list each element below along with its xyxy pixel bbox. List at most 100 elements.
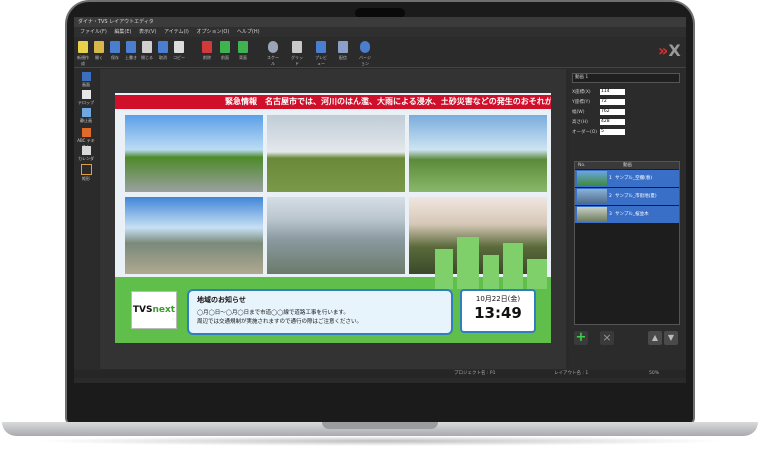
version-button[interactable]: バージョン	[358, 41, 372, 67]
title-bar: ダイナ・TVS レイアウトエディタ	[74, 17, 686, 27]
text-icon	[81, 128, 91, 137]
preview-button[interactable]: プレビュー	[314, 41, 328, 67]
video-thumbnail	[577, 207, 607, 222]
telop-icon	[81, 90, 91, 99]
open-button[interactable]: 開く	[92, 41, 106, 61]
arrow-down-icon: ▼	[667, 333, 675, 342]
notice-title: 地域のお知らせ	[197, 296, 246, 304]
calendar-icon	[81, 146, 91, 155]
prop-width-input[interactable]: 762	[600, 109, 625, 115]
left-tool-palette: 画面 テロップ 静止画 ABC テキスト カレンダー 矩形	[74, 68, 98, 368]
prop-order-input[interactable]: 5	[600, 129, 625, 135]
building-shape	[483, 255, 499, 289]
copy-icon	[174, 41, 184, 53]
video-thumbnail	[577, 171, 607, 186]
status-bar: プロジェクト名 : P1 レイアウト名 : 1 50%	[74, 370, 686, 378]
info-icon	[360, 41, 370, 53]
clock-time: 13:49	[474, 304, 522, 322]
new-icon	[78, 41, 88, 53]
signage-preview[interactable]: 緊急情報 名古屋市では、河川のはん濫、大雨による浸水、土砂災害などの発生のおそれ…	[115, 93, 551, 343]
move-down-button[interactable]: ▼	[664, 331, 678, 345]
overwrite-icon	[126, 41, 136, 53]
plus-icon: +	[575, 330, 587, 345]
notice-line-1: ◯月◯日～◯月◯日まで市道◯◯線で道路工事を行います。	[197, 310, 349, 316]
status-project: プロジェクト名 : P1	[454, 371, 496, 376]
menu-help[interactable]: ヘルプ(H)	[237, 27, 260, 37]
menu-view[interactable]: 表示(V)	[139, 27, 156, 37]
photo-city	[125, 197, 263, 274]
menu-edit[interactable]: 編集(E)	[114, 27, 131, 37]
scale-button[interactable]: スケール	[266, 41, 280, 67]
emergency-ticker: 緊急情報 名古屋市では、河川のはん濫、大雨による浸水、土砂災害などの発生のおそれ…	[115, 95, 551, 109]
copy-button[interactable]: コピー	[172, 41, 186, 61]
move-up-button[interactable]: ▲	[648, 331, 662, 345]
laptop-base-notch	[322, 422, 438, 429]
menu-option[interactable]: オプション(O)	[196, 27, 229, 37]
toolbar: 新規作成 開く 保存 上書き 閉じる 取消 コピー 削除 前面 背面 スケール …	[74, 37, 686, 68]
notice-box: 地域のお知らせ ◯月◯日～◯月◯日まで市道◯◯線で道路工事を行います。 周辺では…	[187, 289, 453, 335]
clock-date: 10月22日(金)	[475, 295, 521, 303]
tool-image[interactable]: 静止画	[77, 108, 95, 124]
gear-icon	[268, 41, 278, 53]
tool-screen[interactable]: 画面	[77, 72, 95, 88]
grid-icon	[292, 41, 302, 53]
image-icon	[81, 108, 91, 117]
arrow-up-icon	[220, 41, 230, 53]
cross-icon: ×	[602, 331, 612, 344]
tool-telop[interactable]: テロップ	[77, 90, 95, 106]
send-back-button[interactable]: 背面	[236, 41, 250, 61]
laptop-shadow	[30, 436, 730, 446]
building-shape	[435, 249, 453, 289]
list-item[interactable]: 1 サンプル_空撮(春)	[575, 170, 679, 187]
prop-x: X座標(X) 114	[572, 89, 652, 96]
properties-panel: 動画 1 X座標(X) 114 Y座標(Y) 72 幅(W) 762 高さ(H) 428…	[570, 69, 686, 369]
tool-rectangle[interactable]: 矩形	[77, 164, 95, 182]
add-video-button[interactable]: +	[574, 331, 588, 345]
building-shape	[527, 259, 547, 289]
remove-video-button[interactable]: ×	[600, 331, 614, 345]
menu-item[interactable]: アイテム(I)	[164, 27, 189, 37]
list-item[interactable]: 2 サンプル_市街地(夏)	[575, 188, 679, 205]
save-button[interactable]: 保存	[108, 41, 122, 61]
rectangle-icon	[80, 164, 92, 175]
item-selector-dropdown[interactable]: 動画 1	[572, 73, 680, 83]
arrow-down-icon	[238, 41, 248, 53]
notice-line-2: 周辺では交通規制が実施されますので通行の際はご注意ください。	[197, 319, 363, 325]
undo-icon	[158, 41, 168, 53]
app-logo: »X	[658, 41, 681, 60]
prop-width: 幅(W) 762	[572, 109, 652, 116]
menu-file[interactable]: ファイル(F)	[80, 27, 107, 37]
prop-height: 高さ(H) 428	[572, 119, 652, 126]
delete-button[interactable]: 削除	[200, 41, 214, 61]
status-layout: レイアウト名 : 1	[554, 371, 589, 376]
deliver-button[interactable]: 配信	[336, 41, 350, 61]
video-list-header: No. 動画	[575, 162, 679, 169]
building-shape	[503, 243, 523, 289]
menu-bar: ファイル(F) 編集(E) 表示(V) アイテム(I) オプション(O) ヘルプ…	[74, 27, 686, 37]
save-icon	[110, 41, 120, 53]
photo-aerial	[267, 197, 405, 274]
bring-front-button[interactable]: 前面	[218, 41, 232, 61]
screen-icon	[81, 72, 91, 81]
network-icon	[338, 41, 348, 53]
building-shape	[457, 237, 479, 289]
prop-height-input[interactable]: 428	[600, 119, 625, 125]
close-file-icon	[142, 41, 152, 53]
video-thumbnail	[577, 189, 607, 204]
photo-grid	[125, 115, 547, 275]
prop-order: オーダー(O) 5	[572, 129, 652, 136]
prop-y-input[interactable]: 72	[600, 99, 625, 105]
new-button[interactable]: 新規作成	[76, 41, 90, 67]
grid-button[interactable]: グリッド	[290, 41, 304, 67]
overwrite-button[interactable]: 上書き	[124, 41, 138, 61]
photo-river	[267, 115, 405, 192]
delete-icon	[202, 41, 212, 53]
list-item[interactable]: 3 サンプル_桜並木	[575, 206, 679, 223]
open-icon	[94, 41, 104, 53]
video-list[interactable]: No. 動画 1 サンプル_空撮(春) 2 サンプル_市街地(夏) 3 サンプル…	[574, 161, 680, 325]
undo-button[interactable]: 取消	[156, 41, 170, 61]
photo-road	[125, 115, 263, 192]
close-button[interactable]: 閉じる	[140, 41, 154, 61]
photo-riverside	[409, 115, 547, 192]
prop-x-input[interactable]: 114	[600, 89, 625, 95]
